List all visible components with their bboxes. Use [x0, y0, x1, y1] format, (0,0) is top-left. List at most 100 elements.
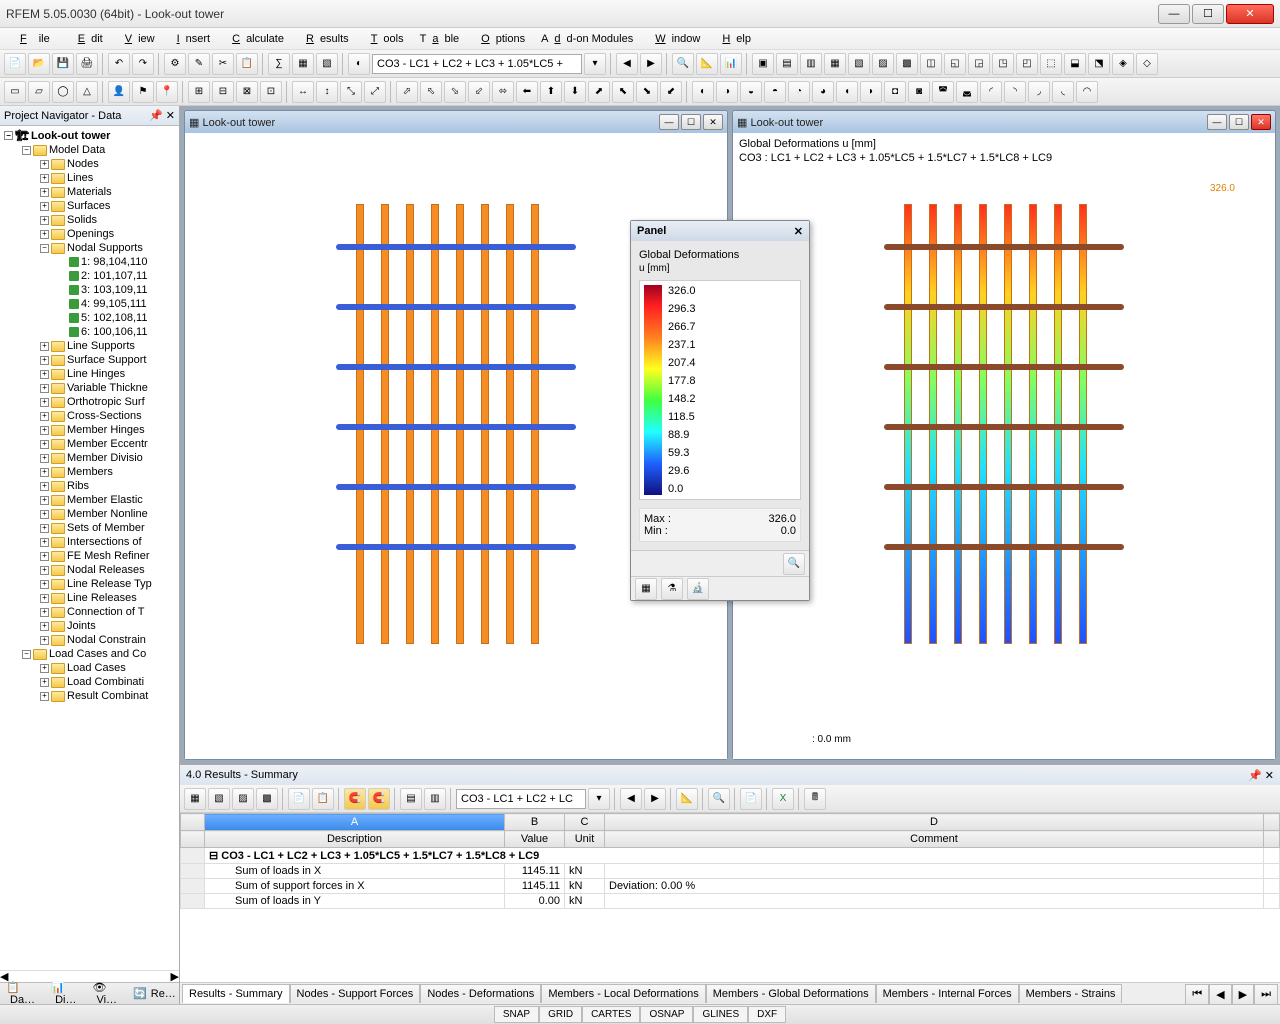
results-tab[interactable]: Members - Internal Forces — [876, 984, 1019, 1003]
tree-item[interactable]: +Nodes — [2, 157, 177, 171]
tab-scroll-next-icon[interactable]: ▶ — [1232, 984, 1254, 1004]
tool-icon[interactable]: ⬅ — [516, 81, 538, 103]
tool-icon[interactable]: 📊 — [720, 53, 742, 75]
tool-icon[interactable]: ◒ — [740, 81, 762, 103]
mdi-minimize-icon[interactable]: — — [1207, 114, 1227, 130]
tree-item[interactable]: +Cross-Sections — [2, 409, 177, 423]
tool-icon[interactable]: ▤ — [776, 53, 798, 75]
tool-icon[interactable]: ◇ — [1136, 53, 1158, 75]
tree-item[interactable]: +Surface Support — [2, 353, 177, 367]
tool-icon[interactable]: ▥ — [800, 53, 822, 75]
col-value[interactable]: Value — [505, 831, 565, 848]
mdi-close-icon[interactable]: ✕ — [1251, 114, 1271, 130]
viewport-canvas[interactable]: Global Deformations u [mm] CO3 : LC1 + L… — [733, 133, 1275, 759]
status-osnap[interactable]: OSNAP — [640, 1006, 693, 1023]
loadcase-combo[interactable]: CO3 - LC1 + LC2 + LC3 + 1.05*LC5 + — [372, 54, 582, 74]
menu-edit[interactable]: Edit — [66, 31, 109, 47]
tool-icon[interactable]: ◑ — [716, 81, 738, 103]
tree-item[interactable]: +Sets of Member — [2, 521, 177, 535]
tool-icon[interactable]: 🧲 — [344, 788, 366, 810]
tool-icon[interactable]: ▱ — [28, 81, 50, 103]
tool-icon[interactable]: ▥ — [424, 788, 446, 810]
tool-icon[interactable]: ⬋ — [660, 81, 682, 103]
tab-scroll-last-icon[interactable]: ⏭ — [1254, 984, 1278, 1004]
menu-window[interactable]: Window — [643, 31, 706, 47]
tab-scroll-first-icon[interactable]: ⏮ — [1185, 984, 1209, 1004]
tree-item[interactable]: +Members — [2, 465, 177, 479]
tool-icon[interactable]: ▭ — [4, 81, 26, 103]
tool-icon[interactable]: ◕ — [812, 81, 834, 103]
menu-results[interactable]: Results — [294, 31, 355, 47]
tool-icon[interactable]: ⬔ — [1088, 53, 1110, 75]
tool-icon[interactable]: ↕ — [316, 81, 338, 103]
tool-icon[interactable]: ⬇ — [564, 81, 586, 103]
table-group-row[interactable]: ⊟ CO3 - LC1 + LC2 + LC3 + 1.05*LC5 + 1.5… — [181, 848, 1280, 864]
tool-icon[interactable]: ⤡ — [340, 81, 362, 103]
tool-icon[interactable]: ▩ — [256, 788, 278, 810]
tree-item[interactable]: +Load Cases — [2, 661, 177, 675]
tool-icon[interactable]: ◫ — [920, 53, 942, 75]
tool-icon[interactable]: ◰ — [1016, 53, 1038, 75]
tree-item[interactable]: 5: 102,108,11 — [2, 311, 177, 325]
tree-item[interactable]: +Load Combinati — [2, 675, 177, 689]
chevron-down-icon[interactable]: ▾ — [584, 53, 606, 75]
tool-icon[interactable]: 📍 — [156, 81, 178, 103]
close-button[interactable]: ✕ — [1226, 4, 1274, 24]
tree-item[interactable]: +Line Releases — [2, 591, 177, 605]
undo-icon[interactable]: ↶ — [108, 53, 130, 75]
tool-icon[interactable]: ⬂ — [444, 81, 466, 103]
redo-icon[interactable]: ↷ — [132, 53, 154, 75]
tool-icon[interactable]: ✂ — [212, 53, 234, 75]
results-tab[interactable]: Members - Local Deformations — [541, 984, 705, 1003]
status-glines[interactable]: GLINES — [693, 1006, 748, 1023]
new-file-icon[interactable]: 📄 — [4, 53, 26, 75]
col-unit[interactable]: Unit — [565, 831, 605, 848]
tree-item[interactable]: 4: 99,105,111 — [2, 297, 177, 311]
tool-icon[interactable]: ◙ — [908, 81, 930, 103]
tool-icon[interactable]: 📄 — [740, 788, 762, 810]
tree-item[interactable]: 1: 98,104,110 — [2, 255, 177, 269]
prev-icon[interactable]: ◀ — [620, 788, 642, 810]
tool-icon[interactable]: ◓ — [764, 81, 786, 103]
tool-icon[interactable]: ◐ — [348, 53, 370, 75]
pin-icon[interactable]: 📌 ✕ — [149, 109, 175, 122]
menu-table[interactable]: Table — [414, 31, 466, 47]
tree-item[interactable]: +Joints — [2, 619, 177, 633]
tool-icon[interactable]: ◠ — [1076, 81, 1098, 103]
maximize-button[interactable]: ☐ — [1192, 4, 1224, 24]
tree-item[interactable]: +Connection of T — [2, 605, 177, 619]
tree-item[interactable]: +Member Elastic — [2, 493, 177, 507]
tool-icon[interactable]: ⬈ — [588, 81, 610, 103]
tool-icon[interactable]: ◳ — [992, 53, 1014, 75]
menu-help[interactable]: Help — [710, 31, 757, 47]
col-letter-a[interactable]: A — [205, 814, 505, 831]
nav-tab-views[interactable]: 👁Vi… — [88, 979, 125, 1008]
tool-icon[interactable]: 📐 — [676, 788, 698, 810]
tool-icon[interactable]: ⊠ — [236, 81, 258, 103]
table-row[interactable]: Sum of loads in Y0.00kN — [181, 894, 1280, 909]
tree-item[interactable]: +Line Supports — [2, 339, 177, 353]
tree-item[interactable]: +Lines — [2, 171, 177, 185]
menu-tools[interactable]: Tools — [359, 31, 410, 47]
open-icon[interactable]: 📂 — [28, 53, 50, 75]
tool-icon[interactable]: ⊡ — [260, 81, 282, 103]
mdi-close-icon[interactable]: ✕ — [703, 114, 723, 130]
tool-icon[interactable]: ◘ — [884, 81, 906, 103]
tab-scroll-prev-icon[interactable]: ◀ — [1209, 984, 1231, 1004]
tree-item[interactable]: +Orthotropic Surf — [2, 395, 177, 409]
tree-item[interactable]: +Nodal Releases — [2, 563, 177, 577]
table-row[interactable]: Sum of loads in X1145.11kN — [181, 864, 1280, 879]
tree-item[interactable]: +Materials — [2, 185, 177, 199]
minimize-button[interactable]: — — [1158, 4, 1190, 24]
navigator-tree[interactable]: −🏗Look-out tower −Model Data +Nodes+Line… — [0, 126, 179, 970]
menu-calculate[interactable]: Calculate — [220, 31, 290, 47]
menu-addon-modules[interactable]: Add-on Modules — [535, 31, 639, 47]
tree-item[interactable]: +Result Combinat — [2, 689, 177, 703]
tool-icon[interactable]: ▧ — [208, 788, 230, 810]
tool-icon[interactable]: ◞ — [1028, 81, 1050, 103]
tool-icon[interactable]: ◗ — [860, 81, 882, 103]
tool-icon[interactable]: 👤 — [108, 81, 130, 103]
legend-tab-icon[interactable]: ⚗ — [661, 578, 683, 600]
tree-item[interactable]: +Nodal Constrain — [2, 633, 177, 647]
results-tab[interactable]: Members - Global Deformations — [706, 984, 876, 1003]
